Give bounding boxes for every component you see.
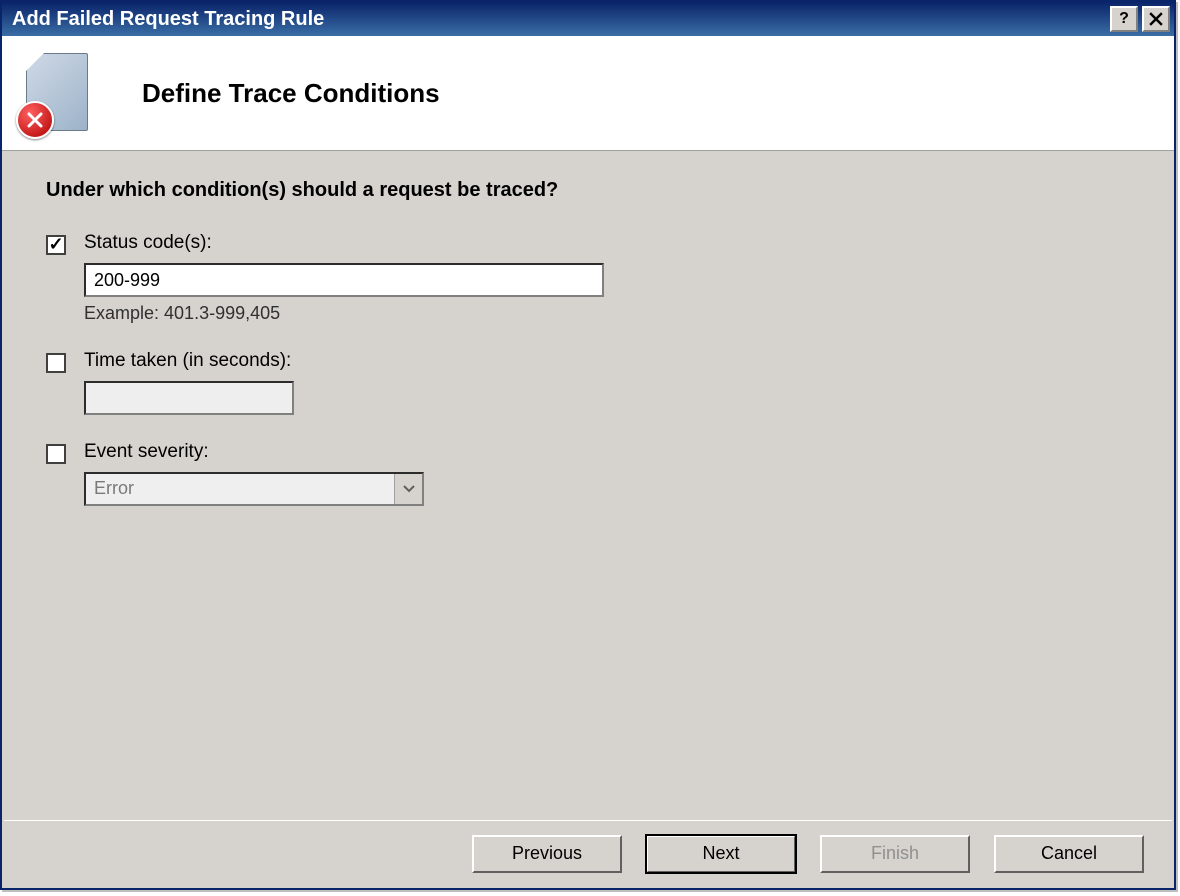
close-button[interactable] [1142, 6, 1170, 32]
wizard-footer: Previous Next Finish Cancel [4, 820, 1172, 886]
event-severity-value: Error [86, 474, 394, 504]
wizard-header: Define Trace Conditions [2, 36, 1174, 151]
event-severity-label: Event severity: [84, 441, 209, 463]
help-button[interactable]: ? [1110, 6, 1138, 32]
title-bar: Add Failed Request Tracing Rule ? [2, 2, 1174, 36]
wizard-content: Under which condition(s) should a reques… [2, 151, 1174, 506]
wizard-window: Add Failed Request Tracing Rule ? Define… [0, 0, 1176, 890]
status-codes-label: Status code(s): [84, 232, 212, 254]
status-codes-input[interactable] [84, 263, 604, 297]
page-title: Define Trace Conditions [142, 78, 440, 109]
status-codes-example: Example: 401.3-999,405 [84, 303, 1134, 324]
error-badge-icon [16, 101, 54, 139]
status-codes-checkbox[interactable] [46, 235, 66, 255]
time-taken-input[interactable] [84, 381, 294, 415]
cancel-button[interactable]: Cancel [994, 835, 1144, 873]
finish-button[interactable]: Finish [820, 835, 970, 873]
next-button[interactable]: Next [646, 835, 796, 873]
time-taken-label: Time taken (in seconds): [84, 350, 291, 372]
question-label: Under which condition(s) should a reques… [46, 179, 1134, 202]
window-title: Add Failed Request Tracing Rule [12, 8, 1106, 31]
failed-request-icon [22, 53, 102, 133]
chevron-down-icon [394, 474, 422, 504]
previous-button[interactable]: Previous [472, 835, 622, 873]
event-severity-checkbox[interactable] [46, 444, 66, 464]
time-taken-checkbox[interactable] [46, 353, 66, 373]
event-severity-select[interactable]: Error [84, 472, 424, 506]
